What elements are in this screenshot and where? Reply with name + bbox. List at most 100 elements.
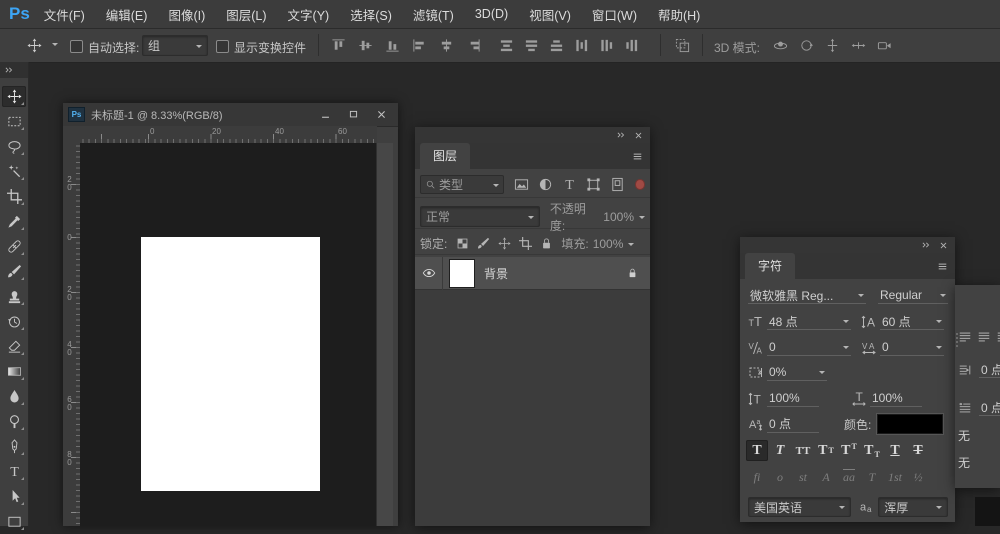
dist-top-icon[interactable] xyxy=(498,37,515,54)
font-size-field[interactable]: 48 点 xyxy=(767,313,851,330)
discretionary-ligatures-button[interactable]: st xyxy=(792,470,814,485)
marquee-icon[interactable] xyxy=(2,111,26,132)
3d-slide-icon[interactable] xyxy=(850,37,867,54)
dodge-icon[interactable] xyxy=(2,411,26,432)
document-titlebar[interactable]: Ps 未标题-1 @ 8.33%(RGB/8) xyxy=(63,103,398,127)
quick-select-icon[interactable] xyxy=(2,161,26,182)
justify-last-left-button[interactable] xyxy=(958,330,972,344)
mojikumi-dropdown[interactable]: 无 xyxy=(958,454,970,471)
layer-row-background[interactable]: 背景 xyxy=(415,257,650,290)
faux-bold-button[interactable]: T xyxy=(746,440,768,461)
kinsoku-dropdown[interactable]: 无 xyxy=(958,427,970,444)
menu-file[interactable]: 文件(F) xyxy=(44,5,85,24)
3d-pan-icon[interactable] xyxy=(824,37,841,54)
close-button[interactable] xyxy=(370,107,392,123)
eraser-icon[interactable] xyxy=(2,336,26,357)
all-caps-button[interactable]: TT xyxy=(792,440,814,461)
horizontal-scale-field[interactable]: 100% xyxy=(870,390,922,407)
dist-bottom-icon[interactable] xyxy=(548,37,565,54)
dist-right-icon[interactable] xyxy=(623,37,640,54)
tool-preset-picker[interactable] xyxy=(26,37,43,54)
type-icon[interactable] xyxy=(2,461,26,482)
pixel-filter-icon[interactable] xyxy=(513,176,530,193)
auto-align-icon[interactable] xyxy=(674,37,691,54)
chevron-down-icon[interactable] xyxy=(628,243,634,249)
font-family-field[interactable]: 微软雅黑 Reg... xyxy=(748,287,866,304)
tool-preset-chevron-icon[interactable] xyxy=(52,43,58,49)
align-top-icon[interactable] xyxy=(330,37,347,54)
text-color-swatch[interactable] xyxy=(877,414,943,434)
lock-paint-icon[interactable] xyxy=(476,237,490,251)
layer-thumbnail[interactable] xyxy=(449,259,475,288)
filter-toggle-switch[interactable] xyxy=(635,179,645,190)
underline-button[interactable]: T xyxy=(884,440,906,461)
vertical-ruler[interactable]: 20 0 20 40 60 80 xyxy=(63,143,81,526)
leading-field[interactable]: 60 点 xyxy=(880,313,944,330)
blend-mode-dropdown[interactable]: 正常 xyxy=(420,206,540,227)
layer-filter-dropdown[interactable]: 类型 xyxy=(420,175,504,194)
align-hcenter-icon[interactable] xyxy=(438,37,455,54)
lock-position-icon[interactable] xyxy=(497,237,511,251)
fill-value[interactable]: 100% xyxy=(593,237,624,251)
chevron-down-icon[interactable] xyxy=(639,216,645,222)
smart-filter-icon[interactable] xyxy=(609,176,626,193)
panel-collapse-icon[interactable] xyxy=(921,240,931,250)
subscript-button[interactable]: TT xyxy=(861,440,883,461)
align-left-icon[interactable] xyxy=(411,37,428,54)
lock-transparent-icon[interactable] xyxy=(455,237,469,251)
shape-filter-icon[interactable] xyxy=(585,176,602,193)
align-bottom-icon[interactable] xyxy=(384,37,401,54)
crop-icon[interactable] xyxy=(2,186,26,207)
align-vcenter-icon[interactable] xyxy=(357,37,374,54)
strikethrough-button[interactable]: T xyxy=(907,440,929,461)
faux-italic-button[interactable]: T xyxy=(769,440,791,461)
ornaments-button[interactable]: o xyxy=(769,470,791,485)
gradient-icon[interactable] xyxy=(2,361,26,382)
titling-alternates-button[interactable]: T xyxy=(861,470,883,485)
menu-edit[interactable]: 编辑(E) xyxy=(106,5,148,24)
eyedropper-icon[interactable] xyxy=(2,211,26,232)
ordinals-button[interactable]: 1st xyxy=(884,470,906,485)
3d-roll-icon[interactable] xyxy=(798,37,815,54)
horizontal-ruler[interactable]: 0 20 40 60 xyxy=(80,126,377,144)
pen-icon[interactable] xyxy=(2,436,26,457)
dist-hcenter-icon[interactable] xyxy=(598,37,615,54)
indent-right-field[interactable]: 0 点 xyxy=(979,361,1000,378)
menu-help[interactable]: 帮助(H) xyxy=(658,5,700,24)
document-canvas[interactable] xyxy=(141,237,320,491)
layer-name[interactable]: 背景 xyxy=(484,265,508,282)
auto-align-button[interactable] xyxy=(674,37,691,54)
vertical-scale-field[interactable]: 100% xyxy=(767,390,819,407)
tab-layers[interactable]: 图层 xyxy=(420,143,470,169)
menu-image[interactable]: 图像(I) xyxy=(168,5,205,24)
toolbar-collapse-button[interactable] xyxy=(0,62,28,78)
menu-window[interactable]: 窗口(W) xyxy=(592,5,637,24)
path-select-icon[interactable] xyxy=(2,486,26,507)
stylistic-alternates-button[interactable]: aa xyxy=(838,470,860,485)
opacity-value[interactable]: 100% xyxy=(603,210,634,224)
panel-close-icon[interactable] xyxy=(939,241,948,250)
kerning-field[interactable]: 0 xyxy=(767,339,851,356)
layer-visibility-toggle[interactable] xyxy=(415,257,443,290)
superscript-button[interactable]: TT xyxy=(838,440,860,461)
tab-character[interactable]: 字符 xyxy=(745,253,795,279)
panel-close-icon[interactable] xyxy=(634,131,643,140)
3d-zoom-icon[interactable] xyxy=(876,37,893,54)
justify-last-center-button[interactable] xyxy=(977,330,991,344)
clone-stamp-icon[interactable] xyxy=(2,286,26,307)
dist-left-icon[interactable] xyxy=(573,37,590,54)
dist-vcenter-icon[interactable] xyxy=(523,37,540,54)
panel-collapse-icon[interactable] xyxy=(616,130,626,140)
menu-type[interactable]: 文字(Y) xyxy=(288,5,330,24)
minimize-button[interactable] xyxy=(314,107,336,123)
brush-icon[interactable] xyxy=(2,261,26,282)
ligatures-button[interactable]: fi xyxy=(746,470,768,485)
menu-filter[interactable]: 滤镜(T) xyxy=(413,5,454,24)
maximize-button[interactable] xyxy=(342,107,364,123)
tsume-field[interactable]: 0% xyxy=(767,364,827,381)
align-right-icon[interactable] xyxy=(465,37,482,54)
move-icon[interactable] xyxy=(26,37,43,54)
font-style-field[interactable]: Regular xyxy=(878,287,948,304)
3d-orbit-icon[interactable] xyxy=(772,37,789,54)
vertical-scrollbar[interactable] xyxy=(376,143,393,526)
